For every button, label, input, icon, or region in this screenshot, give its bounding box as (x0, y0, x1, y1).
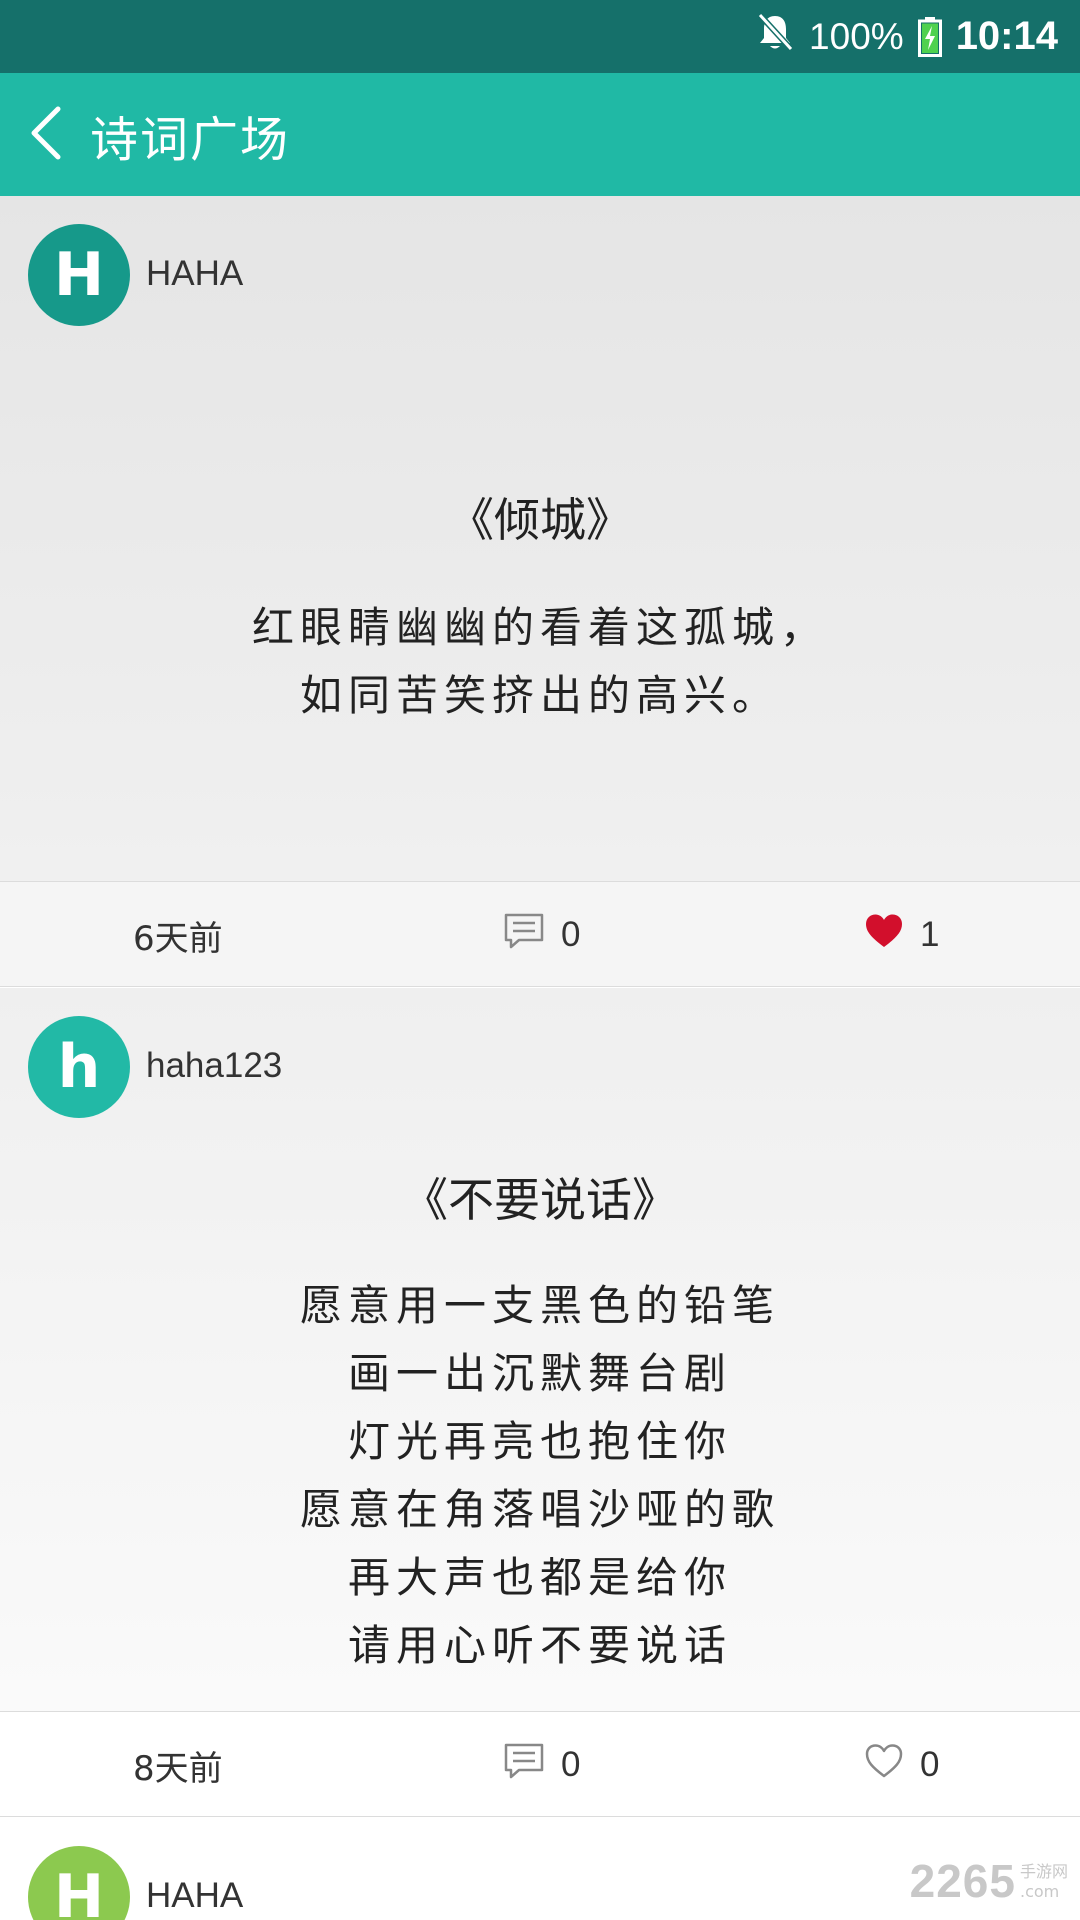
post-footer: 8天前 0 0 (0, 1711, 1080, 1817)
like-button[interactable]: 0 (864, 1712, 939, 1818)
username[interactable]: haha123 (146, 1046, 282, 1086)
like-count: 0 (920, 1745, 940, 1784)
avatar[interactable]: H (28, 224, 130, 326)
watermark-side: 手游网 .com (1019, 1862, 1068, 1901)
post-footer: 6天前 0 1 (0, 881, 1080, 987)
poem-line: 愿意在角落唱沙哑的歌 (299, 1485, 780, 1534)
username[interactable]: HAHA (146, 1876, 243, 1916)
battery-percent: 100% (809, 15, 904, 57)
poem-title: 《不要说话》 (402, 1173, 678, 1227)
like-count: 1 (920, 915, 940, 954)
username[interactable]: HAHA (146, 254, 243, 294)
bell-muted-icon (755, 11, 795, 63)
comment-icon (503, 912, 545, 959)
comment-icon (503, 1742, 545, 1789)
post-time: 8天前 (133, 1748, 223, 1789)
page-title: 诗词广场 (90, 111, 291, 168)
poem-card[interactable]: h haha123 《不要说话》 愿意用一支黑色的铅笔 画一出沉默舞台剧 灯光再… (0, 988, 1080, 1818)
heart-outline-icon (864, 1743, 904, 1788)
comment-count: 0 (561, 1745, 581, 1784)
comment-button[interactable]: 0 (503, 882, 580, 988)
poem-line: 愿意用一支黑色的铅笔 (299, 1281, 780, 1330)
poem-card-body[interactable]: h haha123 《不要说话》 愿意用一支黑色的铅笔 画一出沉默舞台剧 灯光再… (0, 988, 1080, 1711)
post-time: 6天前 (133, 918, 223, 959)
avatar[interactable]: h (28, 1016, 130, 1118)
watermark-main: 2265 (909, 1855, 1016, 1907)
battery-charging-icon (917, 16, 942, 57)
poem-line: 红眼睛幽幽的看着这孤城， (251, 603, 828, 652)
status-icons: 100% 10:14 (755, 0, 1058, 73)
chevron-left-icon (28, 106, 62, 164)
poem-lines: 愿意用一支黑色的铅笔 画一出沉默舞台剧 灯光再亮也抱住你 愿意在角落唱沙哑的歌 … (0, 1272, 1080, 1680)
poem-title: 《倾城》 (448, 493, 632, 547)
poem-card-body[interactable]: H HAHA 《倾城》 红眼睛幽幽的看着这孤城， 如同苦笑挤出的高兴。 (0, 196, 1080, 881)
poem-line: 灯光再亮也抱住你 (347, 1417, 732, 1466)
comment-button[interactable]: 0 (503, 1712, 580, 1818)
poem-line: 再大声也都是给你 (347, 1553, 732, 1602)
poem-line: 请用心听不要说话 (347, 1621, 732, 1670)
status-clock: 10:14 (955, 14, 1058, 58)
like-button[interactable]: 1 (864, 882, 939, 988)
comment-count: 0 (561, 915, 581, 954)
poem-card[interactable]: H HAHA 《倾城》 红眼睛幽幽的看着这孤城， 如同苦笑挤出的高兴。 6天前 … (0, 196, 1080, 988)
heart-filled-icon (864, 913, 904, 958)
watermark-logo: 2265 手游网 .com (910, 1854, 1068, 1908)
poem-line: 如同苦笑挤出的高兴。 (299, 671, 780, 720)
avatar[interactable]: H (28, 1846, 130, 1920)
back-button[interactable] (0, 73, 90, 196)
status-bar: 100% 10:14 (0, 0, 1080, 73)
poem-lines: 红眼睛幽幽的看着这孤城， 如同苦笑挤出的高兴。 (0, 594, 1080, 730)
poem-line: 画一出沉默舞台剧 (347, 1349, 732, 1398)
app-bar: 诗词广场 (0, 73, 1080, 196)
